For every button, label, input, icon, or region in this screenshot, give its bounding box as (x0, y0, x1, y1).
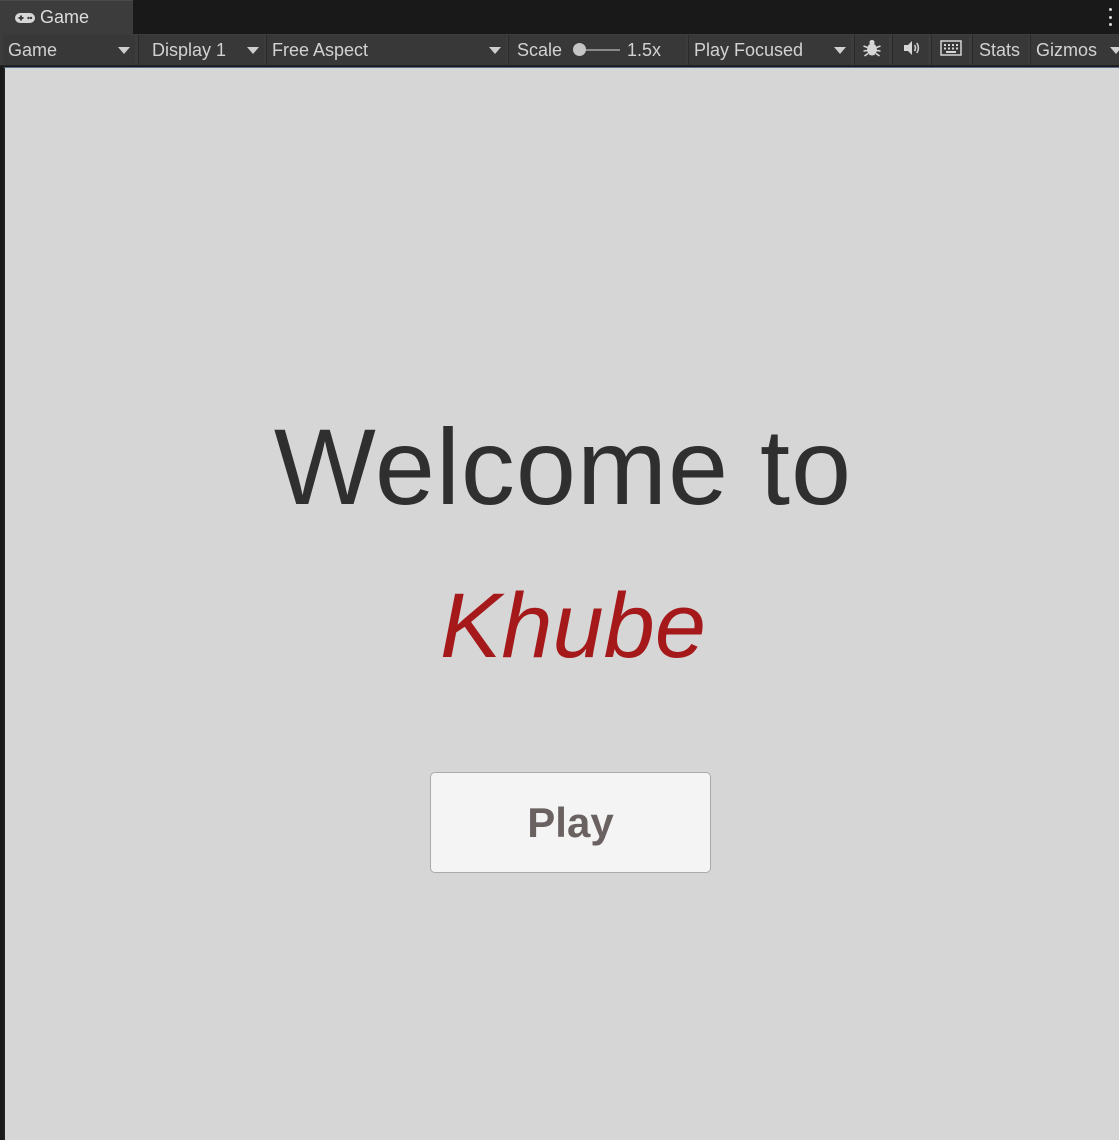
game-viewport[interactable]: Welcome to Khube Play (3, 67, 1119, 1140)
chevron-down-icon (118, 47, 130, 54)
gizmos-dropdown[interactable]: Gizmos (1030, 35, 1119, 65)
welcome-heading: Welcome to (273, 406, 853, 527)
keyboard-icon (939, 39, 962, 61)
chevron-down-icon (1110, 47, 1119, 54)
stats-button[interactable]: Stats (972, 35, 1028, 65)
scale-slider-handle[interactable] (573, 43, 586, 56)
keyboard-shortcuts-toggle[interactable] (931, 35, 969, 65)
gamepad-icon (14, 11, 36, 25)
audio-toggle[interactable] (892, 35, 928, 65)
debug-toggle[interactable] (854, 35, 889, 65)
stats-label: Stats (979, 39, 1021, 60)
chevron-down-icon (489, 47, 501, 54)
display-dropdown[interactable]: Display 1 (138, 35, 264, 65)
aspect-dropdown-label: Free Aspect (272, 39, 369, 60)
tab-game[interactable]: Game (0, 0, 133, 34)
play-button[interactable]: Play (430, 772, 711, 873)
scale-label: Scale (517, 39, 563, 60)
play-button-label: Play (527, 798, 614, 846)
speaker-icon (901, 39, 921, 62)
view-dropdown[interactable]: Game (3, 35, 135, 65)
game-title: Khube (439, 575, 707, 677)
play-mode-dropdown[interactable]: Play Focused (688, 35, 851, 65)
game-toolbar: Game Display 1 Free Aspect Scale 1.5x Pl… (0, 34, 1119, 66)
game-window: Game Game Display 1 Free Aspect Scale 1.… (0, 0, 1119, 1140)
tab-game-label: Game (40, 7, 90, 27)
scale-value: 1.5x (627, 39, 662, 60)
more-options-icon[interactable] (1107, 8, 1113, 26)
chevron-down-icon (834, 47, 846, 54)
scale-control: Scale 1.5x (508, 35, 686, 65)
tab-bar: Game (0, 0, 1119, 34)
gizmos-label: Gizmos (1036, 39, 1098, 60)
view-dropdown-label: Game (8, 39, 58, 60)
bug-icon (862, 38, 882, 63)
play-mode-label: Play Focused (694, 39, 804, 60)
aspect-dropdown[interactable]: Free Aspect (266, 35, 506, 65)
display-dropdown-label: Display 1 (152, 39, 227, 60)
chevron-down-icon (247, 47, 259, 54)
